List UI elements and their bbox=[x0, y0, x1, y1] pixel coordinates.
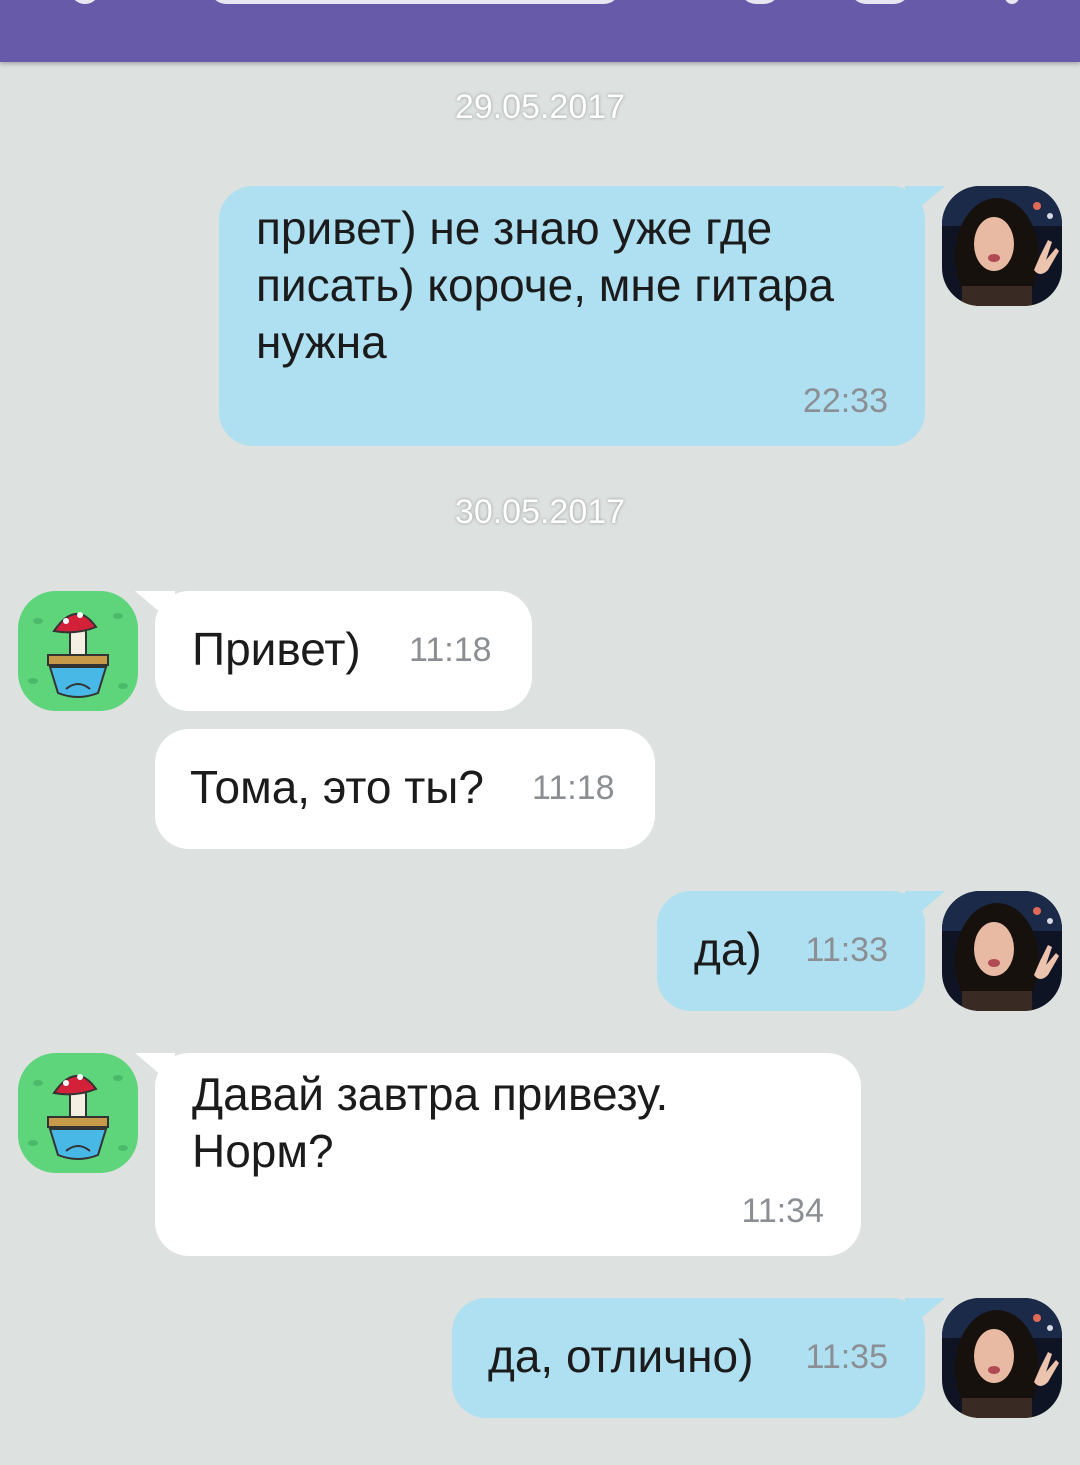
message-text: Тома, это ты? bbox=[190, 761, 484, 813]
message-text: привет) не знаю уже где писать) короче, … bbox=[256, 202, 834, 368]
message-text: Привет) bbox=[192, 623, 361, 675]
message-time: 11:34 bbox=[741, 1192, 824, 1230]
date-separator: 29.05.2017 bbox=[454, 88, 626, 126]
bubble-tail bbox=[905, 186, 945, 220]
user-photo-avatar[interactable] bbox=[942, 891, 1062, 1011]
bubble-tail bbox=[135, 591, 175, 625]
outgoing-message-bubble[interactable]: да, отлично) 11:35 bbox=[452, 1298, 945, 1418]
message-text: Давай завтра привезу. Норм? bbox=[192, 1068, 669, 1177]
user-photo-avatar[interactable] bbox=[942, 1298, 1062, 1418]
message-time: 11:35 bbox=[805, 1338, 888, 1376]
outgoing-message-bubble[interactable]: да) 11:33 bbox=[657, 891, 945, 1011]
contact-name[interactable] bbox=[210, 0, 620, 4]
bubble-tail bbox=[905, 1298, 945, 1332]
bubble-tail bbox=[135, 1053, 175, 1087]
user-photo-avatar[interactable] bbox=[942, 186, 1062, 306]
message-text: да) bbox=[694, 923, 762, 975]
incoming-message-bubble[interactable]: Тома, это ты? 11:18 bbox=[155, 729, 655, 849]
more-options-icon[interactable] bbox=[1005, 0, 1019, 4]
outgoing-message-bubble[interactable]: привет) не знаю уже где писать) короче, … bbox=[219, 186, 945, 446]
message-time: 22:33 bbox=[802, 382, 888, 420]
message-time: 11:18 bbox=[409, 631, 492, 669]
mushroom-sticker-avatar[interactable] bbox=[18, 1053, 138, 1173]
date-separator: 30.05.2017 bbox=[454, 493, 626, 531]
call-icon[interactable] bbox=[740, 0, 780, 4]
chat-header bbox=[0, 0, 1080, 62]
video-call-icon[interactable] bbox=[850, 0, 910, 4]
bubble-tail bbox=[905, 891, 945, 925]
incoming-message-bubble[interactable]: Давай завтра привезу. Норм? 11:34 bbox=[135, 1053, 861, 1256]
message-time: 11:33 bbox=[805, 931, 888, 969]
back-arrow-icon[interactable] bbox=[70, 0, 100, 4]
message-time: 11:18 bbox=[532, 769, 615, 807]
mushroom-sticker-avatar[interactable] bbox=[18, 591, 138, 711]
incoming-message-bubble[interactable]: Привет) 11:18 bbox=[135, 591, 532, 711]
message-text: да, отлично) bbox=[488, 1330, 754, 1382]
